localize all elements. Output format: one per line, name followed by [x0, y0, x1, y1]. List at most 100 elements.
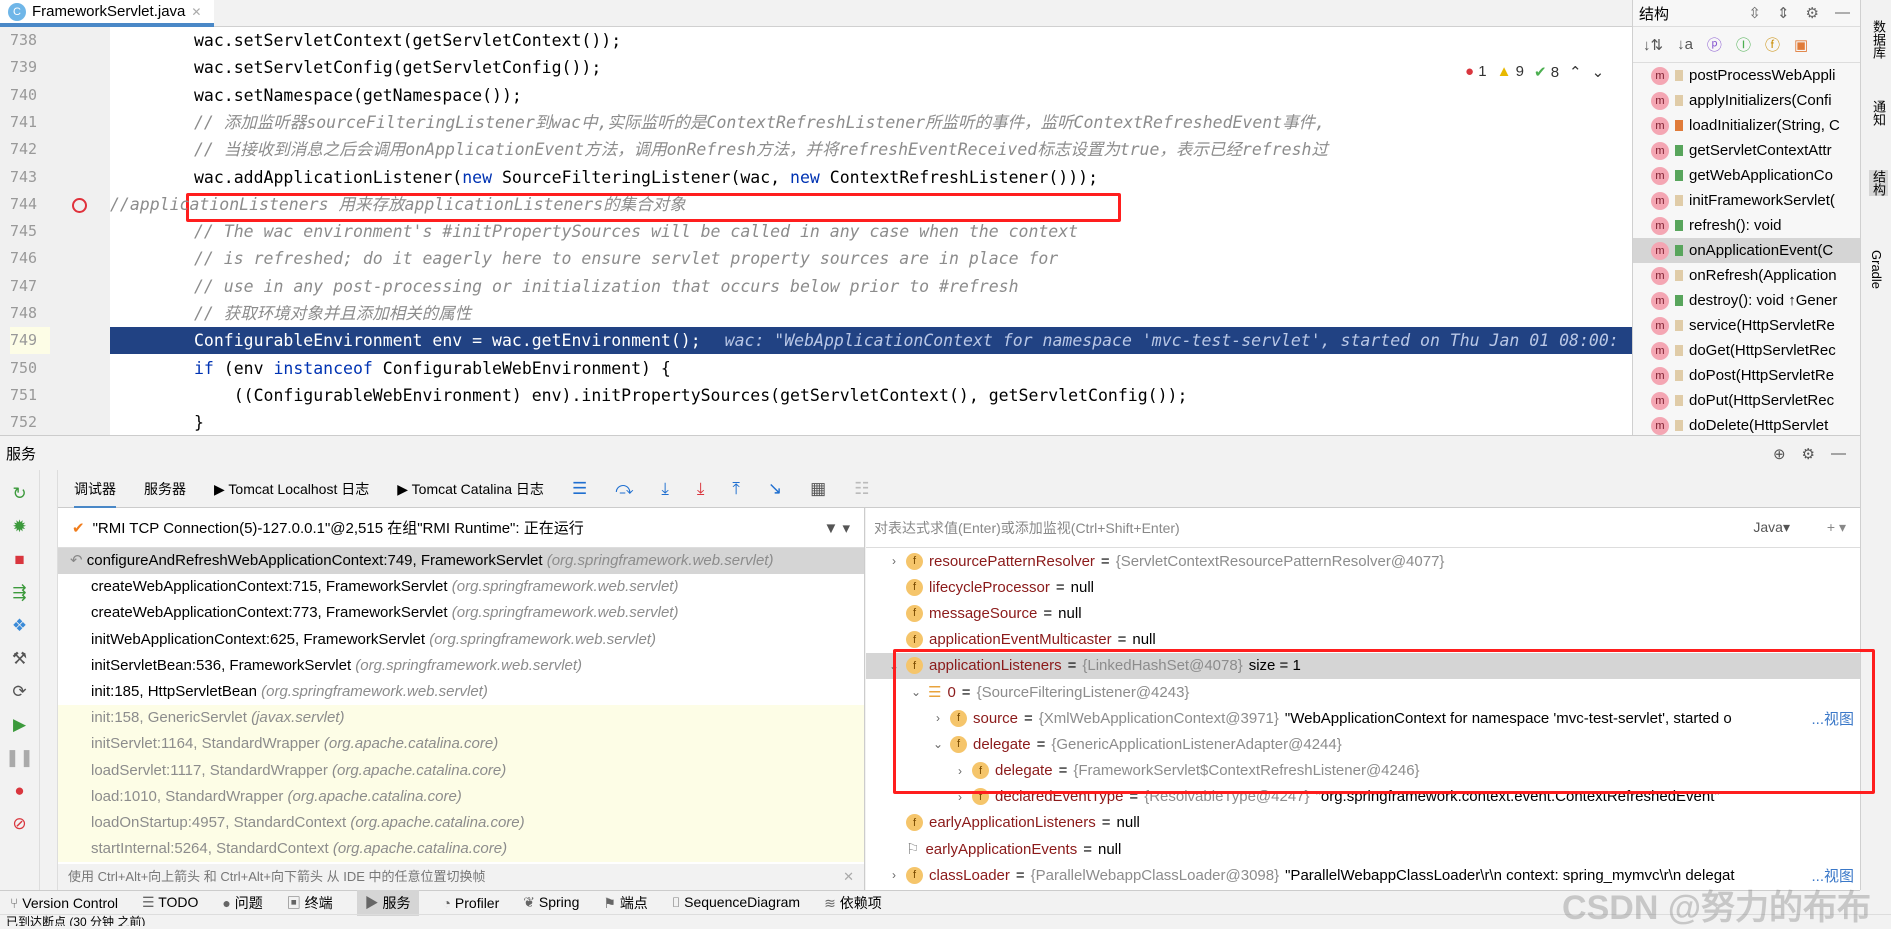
minimize-icon[interactable]: —	[1831, 445, 1846, 462]
show-inherited-icon[interactable]: Ⓘ	[1736, 34, 1751, 55]
stack-frame[interactable]: startInternal:5264, StandardContext (org…	[58, 836, 864, 863]
breakpoint-icon[interactable]	[72, 198, 87, 213]
code-line[interactable]: // use in any post-processing or initial…	[110, 273, 1632, 300]
structure-item[interactable]: m initFrameworkServlet(	[1633, 188, 1860, 213]
structure-item[interactable]: m getWebApplicationCo	[1633, 163, 1860, 188]
close-icon[interactable]: ✕	[843, 864, 854, 890]
wrench-icon[interactable]: ⚒	[12, 649, 27, 669]
tab-debugger[interactable]: 调试器	[74, 469, 116, 509]
trace-icon[interactable]: ☷	[854, 479, 869, 499]
tool-window-button[interactable]: ⑂ Version Control	[10, 895, 118, 911]
mute-breakpoints-icon[interactable]: ⊘	[12, 814, 26, 834]
variable-row[interactable]: f lifecycleProcessor = null	[866, 574, 1860, 600]
code-line[interactable]: // 添加监听器sourceFilteringListener到wac中,实际监…	[110, 109, 1632, 136]
code-line[interactable]: ((ConfigurableWebEnvironment) env).initP…	[110, 382, 1632, 409]
tool-window-button[interactable]: ◔ Profiler	[443, 895, 500, 911]
tool-window-button[interactable]: ⚑ 端点	[603, 893, 647, 913]
gradle-tool-button[interactable]: Gradle	[1869, 250, 1884, 289]
code-line[interactable]: wac.setServletContext(getServletContext(…	[110, 27, 1632, 54]
close-icon[interactable]: ✕	[191, 5, 201, 19]
show-fields-icon[interactable]: ⓕ	[1765, 34, 1780, 55]
stack-frame[interactable]: loadServlet:1117, StandardWrapper (org.a…	[58, 757, 864, 784]
add-watch-icon[interactable]: + ▾	[1827, 519, 1846, 536]
structure-item[interactable]: m getServletContextAttr	[1633, 138, 1860, 163]
tool-window-button[interactable]: ☰ TODO	[142, 894, 198, 911]
structure-item[interactable]: m refresh(): void	[1633, 213, 1860, 238]
variable-row[interactable]: f earlyApplicationListeners = null	[866, 810, 1860, 836]
code-line[interactable]: ConfigurableEnvironment env = wac.getEnv…	[110, 327, 1632, 355]
code-line[interactable]: // The wac environment's #initPropertySo…	[110, 218, 1632, 245]
structure-item[interactable]: m doPost(HttpServletRe	[1633, 363, 1860, 388]
code-line[interactable]: wac.addApplicationListener(new SourceFil…	[110, 164, 1632, 191]
step-into-icon[interactable]: ⤓	[661, 479, 669, 499]
filter-icon[interactable]: ▼ ▾	[823, 519, 864, 537]
threads-layout-icon[interactable]: ☰	[572, 479, 587, 499]
expand-toggle-icon[interactable]: ›	[888, 868, 900, 882]
tool-window-button[interactable]: ▣ 终端	[287, 893, 333, 913]
structure-tool-button[interactable]: 结构	[1869, 170, 1888, 196]
code-line[interactable]: //applicationListeners 用来存放applicationLi…	[110, 191, 1632, 218]
stack-frame[interactable]: createWebApplicationContext:773, Framewo…	[58, 600, 864, 626]
tab-server[interactable]: 服务器	[144, 479, 186, 499]
stack-frame[interactable]: initServlet:1164, StandardWrapper (org.a…	[58, 731, 864, 758]
variable-row[interactable]: › f resourcePatternResolver = {ServletCont…	[866, 548, 1860, 574]
stack-frame[interactable]: loadOnStartup:4957, StandardContext (org…	[58, 809, 864, 837]
deploy-icon[interactable]: ⇶	[12, 583, 26, 603]
structure-item[interactable]: m doGet(HttpServletRec	[1633, 338, 1860, 363]
structure-item[interactable]: m applyInitializers(Confi	[1633, 88, 1860, 113]
variable-row[interactable]: ⚐ earlyApplicationEvents = null	[866, 836, 1860, 862]
resume-icon[interactable]: ▶	[13, 715, 26, 735]
minimize-icon[interactable]: —	[1835, 4, 1850, 22]
stack-frame[interactable]: createWebApplicationContext:715, Framewo…	[58, 574, 864, 600]
variable-row[interactable]: f messageSource = null	[866, 600, 1860, 626]
tab-tomcat-catalina-log[interactable]: ▶ Tomcat Catalina 日志	[397, 479, 544, 499]
tool-window-button[interactable]: ● 问题	[222, 893, 262, 913]
sort-visibility-icon[interactable]: ↓⇅	[1643, 36, 1663, 54]
stop-icon[interactable]: ■	[14, 550, 24, 570]
refresh-icon[interactable]: ⟳	[12, 682, 26, 702]
debug-icon[interactable]: ✹	[12, 517, 26, 537]
code-line[interactable]: if (env instanceof ConfigurableWebEnviro…	[110, 355, 1632, 382]
expand-toggle-icon[interactable]: ›	[888, 554, 900, 568]
stack-frame[interactable]: initWebApplicationContext:625, Framework…	[58, 627, 864, 653]
code-line[interactable]: // is refreshed; do it eagerly here to e…	[110, 245, 1632, 272]
stack-frame[interactable]: init:185, HttpServletBean (org.springfra…	[58, 679, 864, 705]
stack-frame[interactable]: initServletBean:536, FrameworkServlet (o…	[58, 653, 864, 679]
evaluate-icon[interactable]: ▦	[810, 479, 826, 499]
step-over-icon[interactable]: ⤼	[615, 479, 633, 499]
structure-item[interactable]: m doPut(HttpServletRec	[1633, 388, 1860, 413]
target-icon[interactable]: ⊕	[1773, 445, 1786, 463]
gear-icon[interactable]: ⚙	[1802, 445, 1815, 463]
notifications-tool-button[interactable]: 通知	[1869, 100, 1888, 126]
tool-window-button[interactable]: ❦ Spring	[523, 894, 579, 911]
structure-item[interactable]: m destroy(): void ↑Gener	[1633, 288, 1860, 313]
file-tab[interactable]: C FrameworkServlet.java ✕	[0, 0, 214, 27]
code-line[interactable]: }	[110, 409, 1632, 435]
group-icon[interactable]: ❖	[12, 616, 27, 636]
tool-window-button[interactable]: ≋ 依赖项	[824, 893, 882, 913]
stack-frame[interactable]: ↶ configureAndRefreshWebApplicationConte…	[58, 548, 864, 575]
structure-item[interactable]: m onRefresh(Application	[1633, 263, 1860, 288]
sort-alpha-icon[interactable]: ↓a	[1677, 36, 1693, 53]
collapse-all-icon[interactable]: ⇕	[1777, 4, 1790, 22]
show-nonpublic-icon[interactable]: ▣	[1794, 36, 1808, 54]
evaluate-expression-input[interactable]: 对表达式求值(Enter)或添加监视(Ctrl+Shift+Enter) Jav…	[866, 508, 1860, 548]
stack-frame[interactable]: init:158, GenericServlet (javax.servlet)	[58, 705, 864, 732]
stack-frame[interactable]: load:1010, StandardWrapper (org.apache.c…	[58, 783, 864, 810]
show-properties-icon[interactable]: ⓟ	[1707, 34, 1722, 55]
code-editor[interactable]: ● 1 ▲ 9 ✔ 8 ⌃ ⌄ 738 wac.setServletContext…	[0, 27, 1632, 435]
structure-item[interactable]: m onApplicationEvent(C	[1633, 238, 1860, 263]
code-line[interactable]: wac.setNamespace(getNamespace());	[110, 82, 1632, 109]
pause-icon[interactable]: ❚❚	[5, 748, 34, 768]
view-breakpoints-icon[interactable]: ●	[14, 781, 24, 801]
run-to-cursor-icon[interactable]: ↘	[768, 479, 782, 499]
structure-item[interactable]: m postProcessWebAppli	[1633, 63, 1860, 88]
expand-all-icon[interactable]: ⇳	[1748, 4, 1761, 22]
gear-icon[interactable]: ⚙	[1806, 4, 1819, 22]
code-line[interactable]: // 获取环境对象并且添加相关的属性	[110, 300, 1632, 327]
structure-item[interactable]: m loadInitializer(String, C	[1633, 113, 1860, 138]
database-tool-button[interactable]: 数据库	[1869, 20, 1888, 59]
rerun-icon[interactable]: ↻	[12, 484, 26, 504]
language-selector[interactable]: Java▾	[1753, 519, 1790, 536]
structure-item[interactable]: m service(HttpServletRe	[1633, 313, 1860, 338]
